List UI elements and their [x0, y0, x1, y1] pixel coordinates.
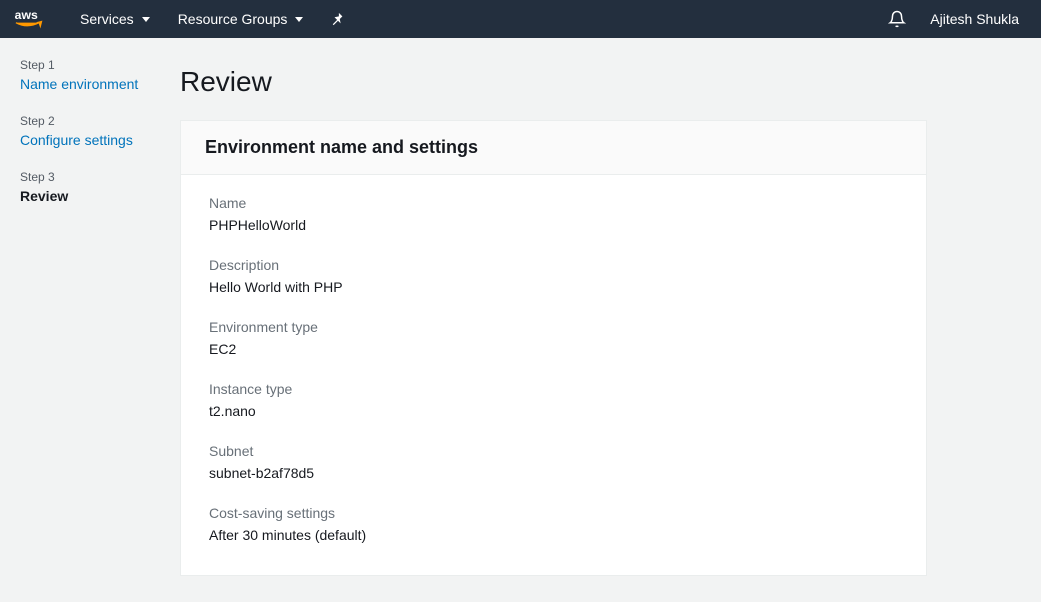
aws-logo[interactable]: aws — [14, 8, 52, 30]
step-label: Step 1 — [20, 58, 180, 72]
pin-icon[interactable] — [331, 12, 345, 26]
services-menu[interactable]: Services — [80, 11, 150, 27]
panel-body: Name PHPHelloWorld Description Hello Wor… — [181, 175, 926, 575]
page-title: Review — [180, 66, 927, 98]
wizard-steps-sidebar: Step 1 Name environment Step 2 Configure… — [20, 58, 180, 576]
field-subnet: Subnet subnet-b2af78d5 — [209, 443, 898, 481]
field-value: t2.nano — [209, 403, 898, 419]
field-label: Name — [209, 195, 898, 211]
resource-groups-menu[interactable]: Resource Groups — [178, 11, 304, 27]
top-nav: aws Services Resource Groups Ajitesh Shu… — [0, 0, 1041, 38]
step-title-review: Review — [20, 188, 180, 204]
notifications-icon[interactable] — [888, 10, 906, 28]
panel-header: Environment name and settings — [181, 121, 926, 175]
field-instance-type: Instance type t2.nano — [209, 381, 898, 419]
field-description: Description Hello World with PHP — [209, 257, 898, 295]
content-area: Review Environment name and settings Nam… — [180, 58, 1041, 576]
field-value: EC2 — [209, 341, 898, 357]
review-panel: Environment name and settings Name PHPHe… — [180, 120, 927, 576]
svg-text:aws: aws — [15, 8, 38, 22]
field-label: Environment type — [209, 319, 898, 335]
chevron-down-icon — [142, 17, 150, 22]
field-label: Description — [209, 257, 898, 273]
field-label: Cost-saving settings — [209, 505, 898, 521]
field-value: subnet-b2af78d5 — [209, 465, 898, 481]
field-value: PHPHelloWorld — [209, 217, 898, 233]
step-label: Step 2 — [20, 114, 180, 128]
step-3: Step 3 Review — [20, 170, 180, 204]
step-title-configure-settings[interactable]: Configure settings — [20, 132, 180, 148]
step-title-name-environment[interactable]: Name environment — [20, 76, 180, 92]
field-label: Subnet — [209, 443, 898, 459]
field-environment-type: Environment type EC2 — [209, 319, 898, 357]
field-cost-saving: Cost-saving settings After 30 minutes (d… — [209, 505, 898, 543]
step-label: Step 3 — [20, 170, 180, 184]
field-name: Name PHPHelloWorld — [209, 195, 898, 233]
services-label: Services — [80, 11, 134, 27]
user-name: Ajitesh Shukla — [930, 11, 1019, 27]
main-area: Step 1 Name environment Step 2 Configure… — [0, 38, 1041, 576]
field-value: Hello World with PHP — [209, 279, 898, 295]
field-value: After 30 minutes (default) — [209, 527, 898, 543]
step-2[interactable]: Step 2 Configure settings — [20, 114, 180, 148]
resource-groups-label: Resource Groups — [178, 11, 288, 27]
user-menu[interactable]: Ajitesh Shukla — [930, 11, 1027, 27]
field-label: Instance type — [209, 381, 898, 397]
step-1[interactable]: Step 1 Name environment — [20, 58, 180, 92]
chevron-down-icon — [295, 17, 303, 22]
